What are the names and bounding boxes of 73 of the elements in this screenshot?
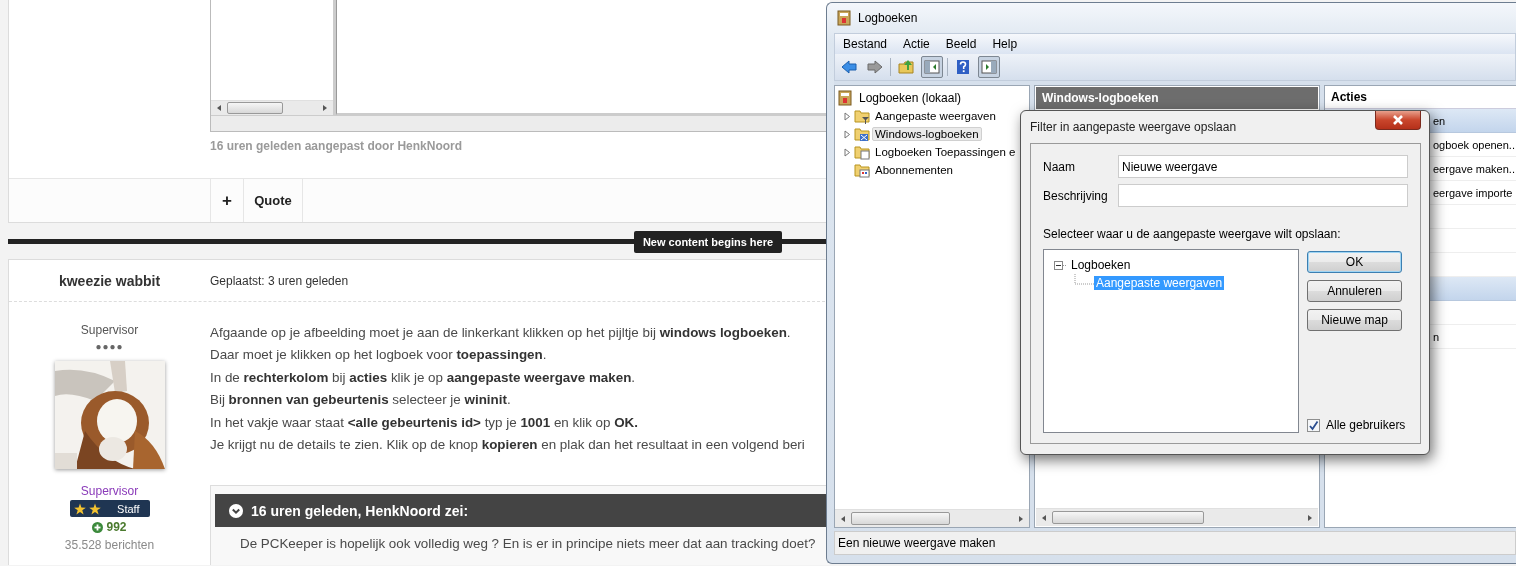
add-button[interactable]: + [210, 179, 243, 222]
panel-button[interactable] [921, 56, 943, 78]
author-name[interactable]: kweezie wabbit [9, 272, 210, 289]
help-icon [955, 59, 971, 75]
post-date: Geplaatst: 3 uren geleden [210, 273, 349, 288]
forward-icon [867, 59, 883, 75]
dialog-title: Filter in aangepaste weergave opslaan [1030, 120, 1237, 134]
input-field[interactable]: Nieuwe weergave [1118, 155, 1408, 178]
tree-item[interactable]: Logboeken [1069, 258, 1133, 272]
field-label: Naam [1043, 159, 1076, 174]
close-button[interactable] [1375, 111, 1421, 130]
left-arrow-icon [839, 514, 847, 523]
filter-folder-icon [854, 108, 870, 124]
post-paragraph: Afgaande op je afbeelding moet je aan de linkerkant klikken op het pijltje bij windows logboeken. [210, 324, 792, 342]
quote-text: De PCKeeper is hopelijk ook volledig weg ? En is er in principe niets meer dat aan tracking doet? [239, 535, 817, 552]
field-label: Beschrijving [1043, 188, 1109, 203]
post-paragraph: Daar moet je klikken op het logboek voor toepassingen. [210, 346, 548, 365]
folder-icon [854, 162, 870, 178]
chevron-icon [229, 503, 243, 518]
checkbox-label: Alle gebruikers [1326, 418, 1406, 432]
right-arrow-icon [321, 104, 329, 112]
back-icon [841, 59, 857, 75]
close-icon [1392, 115, 1404, 125]
badge-label: Staff [117, 502, 140, 515]
rank-stars-icon [73, 502, 102, 515]
log-icon [836, 10, 852, 26]
scrollbar[interactable] [835, 509, 1029, 527]
panel-icon [924, 59, 940, 75]
panel-icon [981, 59, 997, 75]
tree-connector [1074, 274, 1094, 288]
log-icon [837, 90, 853, 106]
dialog-button[interactable]: Annuleren [1307, 280, 1402, 302]
new-content-label: New content begins here [634, 231, 782, 253]
plus-circle-icon [92, 521, 104, 533]
reputation-count: 992 [106, 520, 127, 534]
panel-button[interactable] [978, 56, 1000, 78]
menu-item[interactable]: Actie [895, 37, 938, 51]
tree-item[interactable]: Logboeken Toepassingen e [872, 145, 1019, 159]
folder-icon [854, 126, 870, 142]
post-paragraph: Bij bronnen van gebeurtenis selecteer je wininit. [210, 391, 512, 410]
left-arrow-icon [1040, 513, 1048, 522]
user-title: Supervisor [80, 323, 139, 337]
scrollbar[interactable] [211, 100, 333, 115]
scrollbar[interactable] [1036, 508, 1318, 526]
post-count: 35.528 berichten [64, 538, 155, 552]
tree-item[interactable]: Logboeken (lokaal) [835, 86, 1029, 107]
input-field[interactable] [1118, 184, 1408, 207]
right-arrow-icon [1017, 514, 1025, 523]
tree-item[interactable]: Abonnementen [872, 163, 956, 177]
pane-header: Windows-logboeken [1036, 87, 1318, 109]
checkbox[interactable] [1307, 418, 1320, 432]
menu-item[interactable]: Help [984, 37, 1026, 51]
dialog-button[interactable]: OK [1307, 251, 1402, 273]
folder-up-icon [898, 59, 914, 75]
left-arrow-icon [215, 104, 223, 112]
edit-note: 16 uren geleden aangepast door HenkNoord [210, 139, 464, 153]
post-paragraph: In de rechterkolom bij acties klik je op aangepaste weergave maken. [210, 368, 637, 387]
folder-icon [854, 144, 870, 160]
menu-item[interactable]: Bestand [835, 37, 896, 51]
tree-item[interactable]: Aangepaste weergaven [872, 109, 999, 123]
prompt-text: Selecteer waar u de aangepaste weergave wilt opslaan: [1043, 227, 1342, 241]
quote-title: 16 uren geleden, HenkNoord zei: [251, 502, 469, 519]
right-arrow-icon [1306, 513, 1314, 522]
post-paragraph: Je krijgt nu de details te zien. Klik op de knop kopieren en plak dan het resultaat in een volgend beri [210, 436, 806, 455]
quote-button[interactable]: Quote [243, 179, 303, 222]
window-title: Logboeken [858, 11, 918, 25]
status-bar: Een nieuwe weergave maken [834, 531, 1516, 555]
rank-pips: ●●●● [95, 341, 124, 352]
dialog-button[interactable]: Nieuwe map [1307, 309, 1402, 331]
post-paragraph: In het vakje waar staat <alle gebeurtenis id> typ je 1001 en klik op OK. [210, 413, 639, 432]
user-group: Supervisor [80, 484, 139, 498]
menu-item[interactable]: Beeld [937, 37, 985, 51]
tree-item[interactable]: Windows-logboeken [872, 127, 982, 141]
